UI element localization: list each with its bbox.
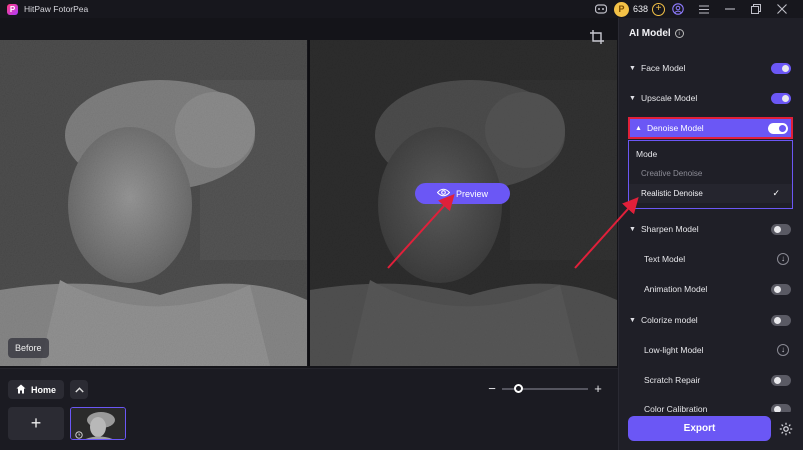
caret-down-icon[interactable]: ▼: [629, 65, 641, 72]
restore-icon[interactable]: [743, 0, 769, 18]
close-icon[interactable]: [769, 0, 795, 18]
model-row-animation[interactable]: Animation Model: [629, 279, 794, 299]
model-label: Animation Model: [644, 284, 708, 294]
export-button[interactable]: Export: [628, 416, 771, 441]
zoom-control: − +: [486, 382, 604, 395]
image-canvas: Before Preview: [0, 18, 618, 368]
model-label: Face Model: [641, 63, 686, 73]
download-icon[interactable]: ↓: [777, 253, 789, 265]
model-label: Denoise Model: [647, 123, 704, 133]
model-label: Upscale Model: [641, 93, 698, 103]
app-logo: P: [7, 3, 18, 15]
mode-option-creative[interactable]: Creative Denoise: [629, 164, 792, 183]
collapse-button[interactable]: [70, 380, 88, 399]
ai-model-panel: AI Model i ▼ Face Model ▼ Upscale Model …: [618, 18, 803, 450]
add-credits-icon[interactable]: +: [652, 2, 665, 16]
color-calibration-toggle[interactable]: [771, 404, 791, 412]
chevron-up-icon: [74, 385, 84, 395]
preview-label: Preview: [455, 188, 488, 199]
denoise-model-toggle[interactable]: [768, 122, 788, 134]
sharpen-model-toggle[interactable]: [771, 223, 791, 235]
before-label: Before: [8, 338, 49, 358]
home-button[interactable]: Home: [8, 380, 65, 399]
title-bar-controls: P 638 +: [588, 0, 795, 18]
colorize-model-toggle[interactable]: [771, 314, 791, 326]
model-row-scratch-repair[interactable]: Scratch Repair: [629, 370, 794, 390]
model-row-upscale[interactable]: ▼ Upscale Model: [629, 88, 794, 108]
minimize-icon[interactable]: [717, 0, 743, 18]
coin-count: 638: [632, 4, 648, 14]
zoom-slider[interactable]: [502, 384, 588, 393]
menu-icon[interactable]: [691, 0, 717, 18]
coin-icon: P: [613, 1, 629, 17]
mode-option-label: Realistic Denoise: [641, 189, 703, 198]
caret-down-icon[interactable]: ▼: [629, 95, 641, 102]
model-row-colorize[interactable]: ▼ Colorize model: [629, 310, 794, 330]
model-label: Colorize model: [641, 315, 698, 325]
mode-option-realistic[interactable]: Realistic Denoise ✓: [629, 184, 792, 203]
discord-icon[interactable]: [588, 0, 614, 18]
crop-icon[interactable]: [590, 30, 604, 44]
model-label: Scratch Repair: [644, 375, 701, 385]
upscale-model-toggle[interactable]: [771, 92, 791, 104]
model-row-color-calibration[interactable]: Color Calibration: [629, 400, 794, 412]
panel-title: AI Model i: [629, 28, 684, 39]
model-label: Text Model: [644, 254, 686, 264]
info-icon[interactable]: i: [674, 29, 684, 38]
bottom-toolbar: Home + − +: [0, 368, 618, 450]
mode-option-label: Creative Denoise: [641, 169, 703, 178]
before-image: [0, 40, 307, 366]
check-icon: ✓: [772, 188, 780, 198]
model-row-text[interactable]: Text Model ↓: [629, 249, 794, 269]
caret-up-icon[interactable]: ▲: [635, 125, 647, 132]
preview-button[interactable]: Preview: [415, 183, 510, 204]
settings-gear-icon[interactable]: [779, 422, 793, 436]
model-row-face[interactable]: ▼ Face Model: [629, 58, 794, 78]
model-row-low-light[interactable]: Low-light Model ↓: [629, 340, 794, 360]
caret-down-icon[interactable]: ▼: [629, 226, 641, 233]
app-title: HitPaw FotorPea: [24, 4, 89, 14]
zoom-out-button[interactable]: −: [486, 382, 498, 395]
zoom-slider-handle[interactable]: [514, 384, 524, 393]
denoise-mode-menu: Mode Creative Denoise Realistic Denoise …: [628, 140, 793, 209]
model-row-denoise[interactable]: ▲ Denoise Model: [628, 117, 793, 139]
panel-title-text: AI Model: [629, 28, 671, 39]
add-image-button[interactable]: +: [8, 407, 64, 440]
download-icon[interactable]: ↓: [777, 344, 789, 356]
home-icon: [16, 384, 26, 396]
model-row-sharpen[interactable]: ▼ Sharpen Model: [629, 219, 794, 239]
model-label: Low-light Model: [644, 345, 704, 355]
model-label: Sharpen Model: [641, 224, 699, 234]
mode-heading: Mode: [636, 149, 658, 159]
user-icon[interactable]: [665, 0, 691, 18]
zoom-in-button[interactable]: +: [592, 382, 604, 395]
scratch-repair-toggle[interactable]: [771, 374, 791, 386]
animation-model-toggle[interactable]: [771, 283, 791, 295]
model-label: Color Calibration: [644, 404, 708, 412]
eye-icon: [436, 188, 451, 199]
face-model-toggle[interactable]: [771, 62, 791, 74]
image-thumbnail[interactable]: [70, 407, 126, 440]
caret-down-icon[interactable]: ▼: [629, 317, 641, 324]
title-bar: P HitPaw FotorPea P 638 +: [0, 0, 803, 18]
home-label: Home: [31, 384, 57, 395]
